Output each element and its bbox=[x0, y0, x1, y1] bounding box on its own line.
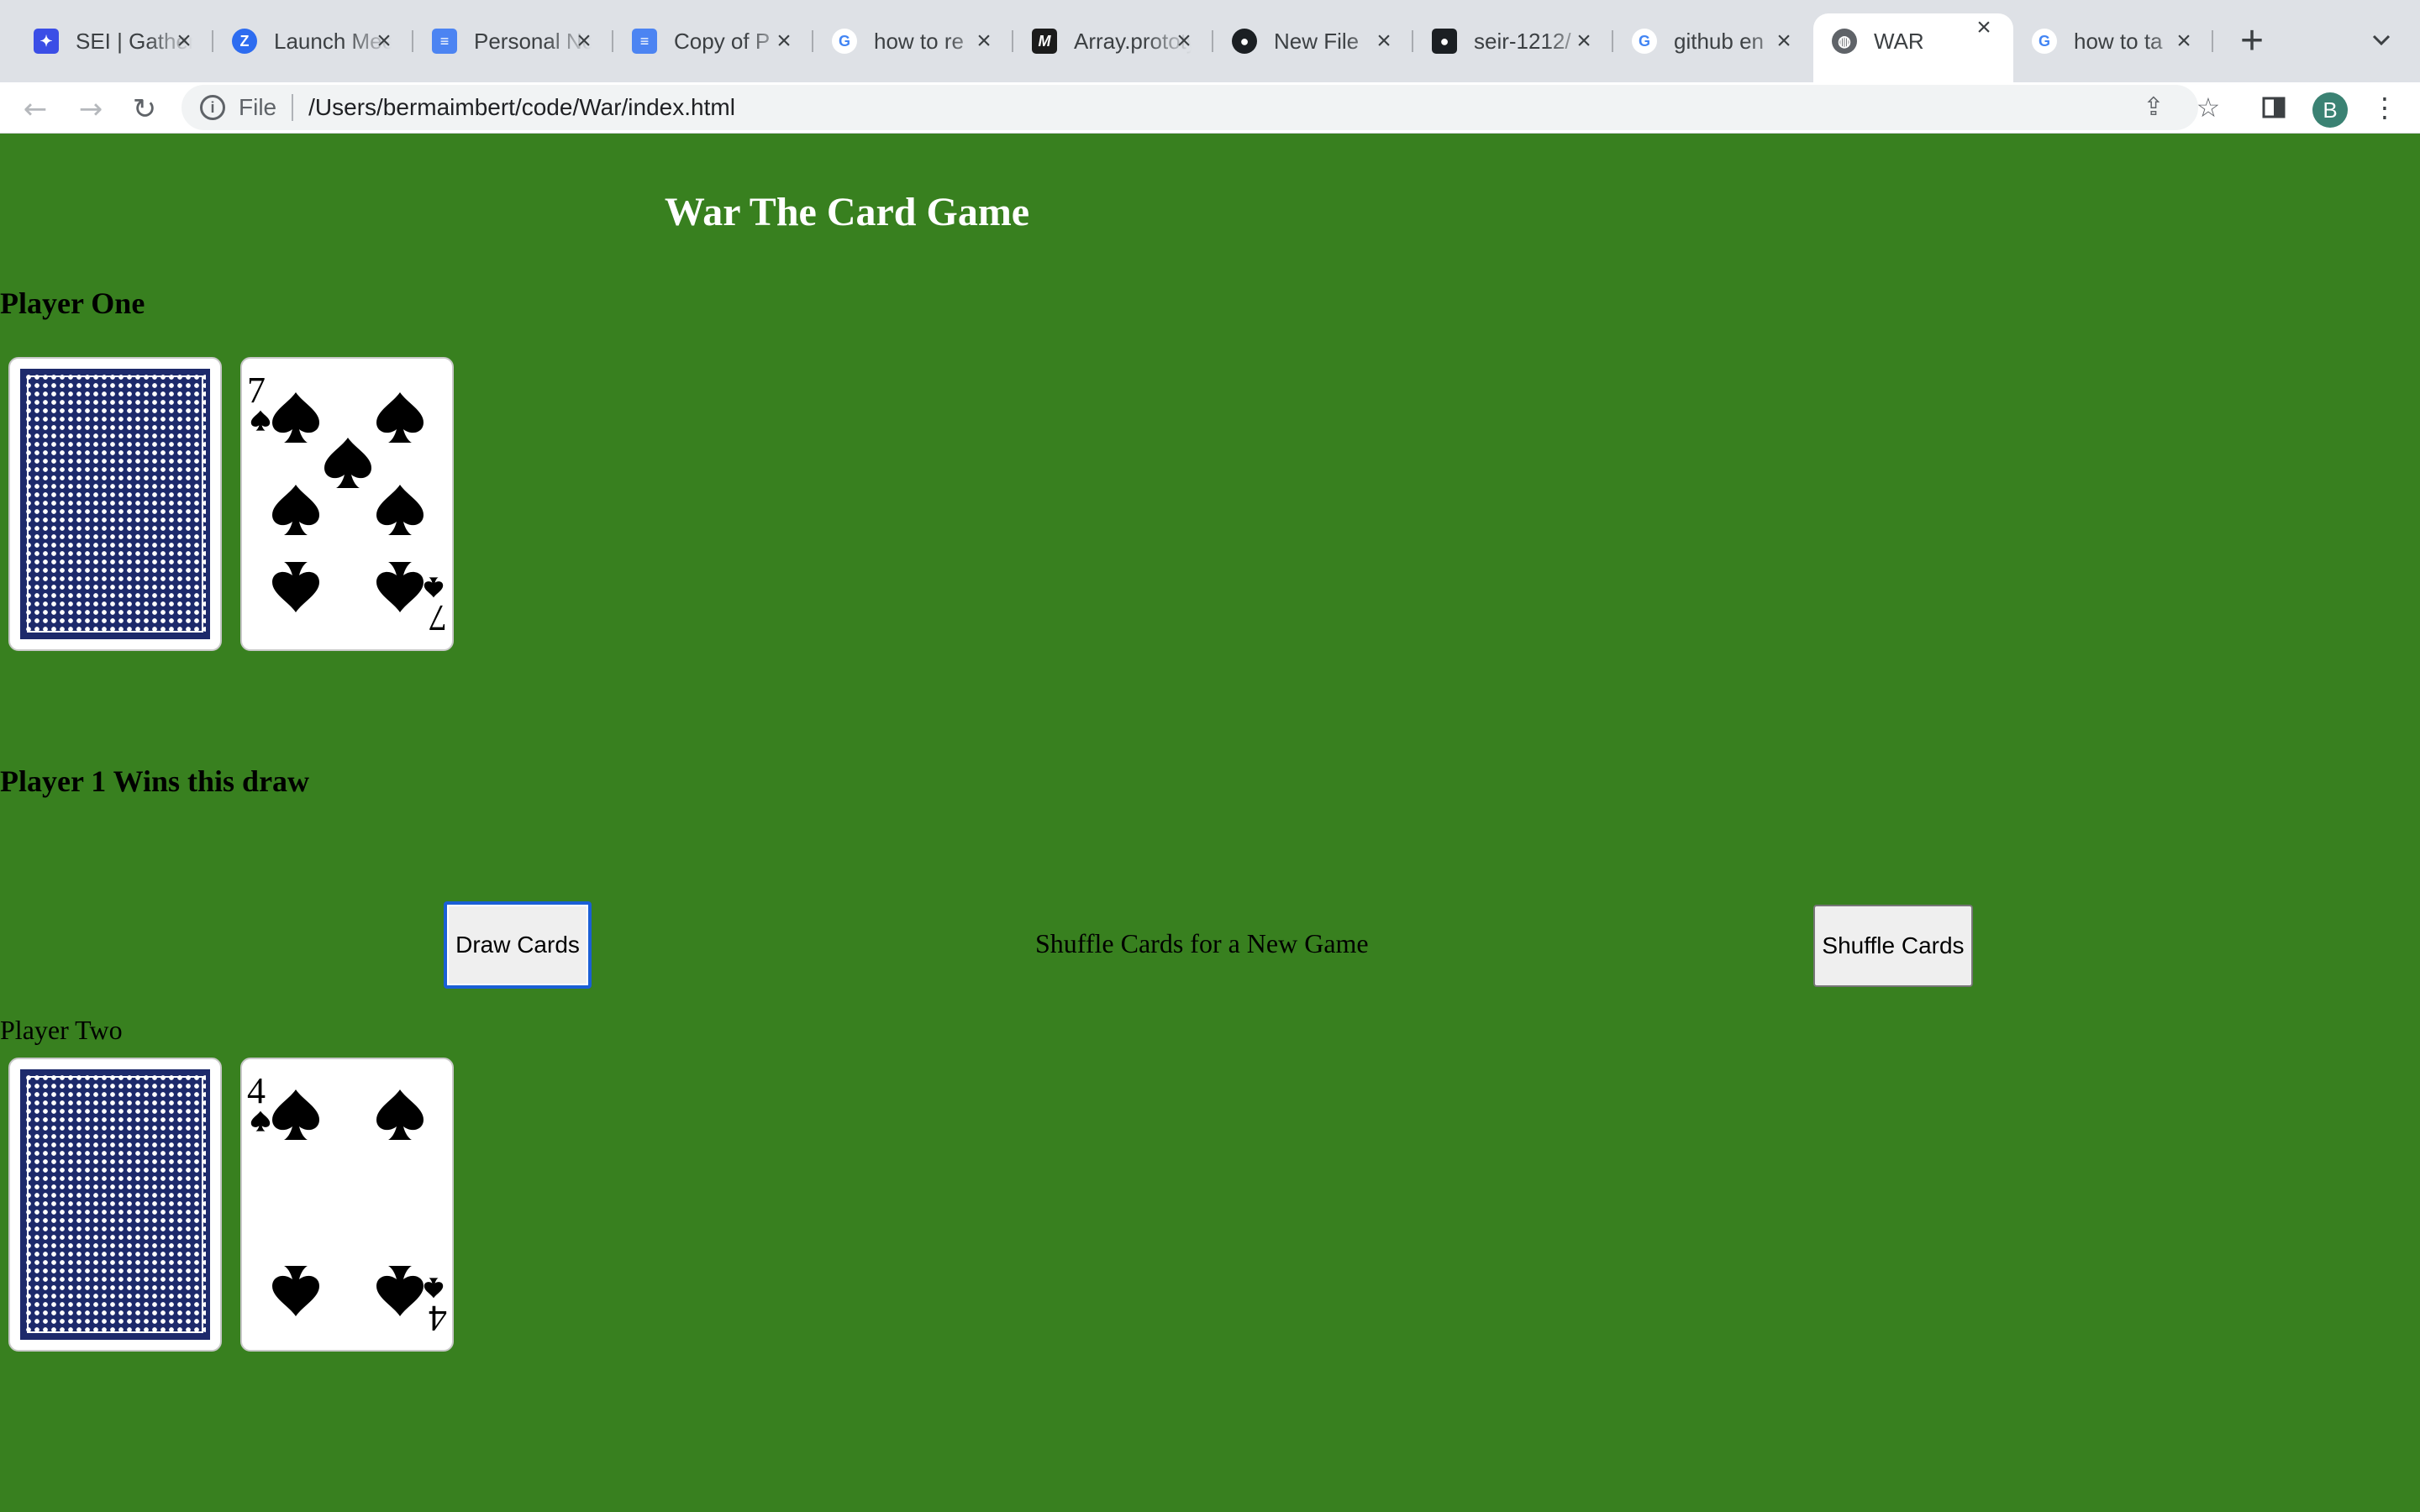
browser-toolbar: ← → ↻ i File /Users/bermaimbert/code/War… bbox=[0, 82, 2420, 134]
bookmark-star-icon[interactable]: ☆ bbox=[2191, 91, 2225, 124]
url-text[interactable]: /Users/bermaimbert/code/War/index.html bbox=[308, 94, 735, 121]
tab-google-search-1[interactable]: G how to re × bbox=[813, 13, 1013, 69]
card-rank-inverted: 7 bbox=[429, 597, 447, 638]
tab-mdn[interactable]: M Array.prototype × bbox=[1013, 13, 1213, 69]
divider bbox=[292, 94, 294, 121]
close-icon[interactable]: × bbox=[1171, 29, 1197, 54]
google-icon: G bbox=[832, 29, 857, 54]
shuffle-cards-button[interactable]: Shuffle Cards bbox=[1813, 905, 1973, 987]
draw-result-text: Player 1 Wins this draw bbox=[0, 764, 310, 798]
player-two-heading: Player Two bbox=[0, 1015, 123, 1045]
close-icon[interactable]: × bbox=[1571, 29, 1597, 54]
four-of-spades-card: 4 4 bbox=[247, 1070, 447, 1339]
reload-button[interactable]: ↻ bbox=[128, 92, 161, 126]
google-icon: G bbox=[1632, 29, 1657, 54]
close-icon[interactable]: × bbox=[1771, 29, 1797, 54]
tab-gather[interactable]: ✦ SEI | Gather × bbox=[0, 13, 213, 69]
page-title: War The Card Game bbox=[664, 190, 1030, 234]
draw-cards-button[interactable]: Draw Cards bbox=[444, 901, 592, 989]
close-icon[interactable]: × bbox=[1371, 29, 1397, 54]
card-back-pattern bbox=[20, 369, 210, 639]
share-icon[interactable]: ⇪ bbox=[2139, 93, 2168, 122]
close-icon[interactable]: × bbox=[771, 29, 797, 54]
protocol-label: File bbox=[239, 94, 277, 120]
close-icon[interactable]: × bbox=[971, 29, 997, 54]
tab-seir[interactable]: ● seir-1212/ × bbox=[1413, 13, 1613, 69]
tab-personal[interactable]: ≡ Personal Notes × bbox=[413, 13, 613, 69]
google-icon: G bbox=[2032, 29, 2057, 54]
player-two-deck bbox=[8, 1058, 222, 1352]
close-icon[interactable]: × bbox=[1971, 15, 1996, 40]
mdn-icon: M bbox=[1032, 29, 1057, 54]
gather-icon: ✦ bbox=[34, 29, 59, 54]
close-icon[interactable]: × bbox=[171, 29, 197, 54]
close-icon[interactable]: × bbox=[2171, 29, 2196, 54]
player-two-card: 4 4 bbox=[240, 1058, 454, 1352]
new-tab-button[interactable]: + bbox=[2233, 18, 2270, 64]
close-icon[interactable]: × bbox=[571, 29, 597, 54]
seven-of-spades-card: 7 7 bbox=[247, 370, 447, 638]
page-content: War The Card Game Player One 7 7 Player … bbox=[0, 134, 2420, 1512]
tab-strip: ✦ SEI | Gather × Z Launch Meeting - Zoom… bbox=[0, 0, 2420, 82]
kebab-menu-icon[interactable]: ⋮ bbox=[2368, 91, 2402, 124]
forward-button[interactable]: → bbox=[74, 92, 108, 126]
address-bar[interactable]: i File /Users/bermaimbert/code/War/index… bbox=[182, 85, 2198, 130]
player-one-deck bbox=[8, 357, 222, 651]
back-button[interactable]: ← bbox=[18, 92, 52, 126]
google-docs-icon: ≡ bbox=[632, 29, 657, 54]
shuffle-caption: Shuffle Cards for a New Game bbox=[1035, 928, 1369, 958]
close-icon[interactable]: × bbox=[371, 29, 397, 54]
card-back-pattern bbox=[20, 1069, 210, 1340]
card-rank-inverted: 4 bbox=[429, 1298, 447, 1339]
github-icon: ● bbox=[1432, 29, 1457, 54]
tab-google-search-3[interactable]: G how to ta × bbox=[2013, 13, 2213, 69]
tab-google-search-2[interactable]: G github en × bbox=[1613, 13, 1813, 69]
tab-war[interactable]: ◍ WAR × bbox=[1813, 13, 2013, 82]
card-rank: 4 bbox=[247, 1070, 266, 1111]
player-one-heading: Player One bbox=[0, 286, 145, 320]
tab-zoom[interactable]: Z Launch Meeting - Zoom × bbox=[213, 13, 413, 69]
github-icon: ● bbox=[1232, 29, 1257, 54]
zoom-icon: Z bbox=[232, 29, 257, 54]
avatar[interactable]: B bbox=[2312, 92, 2348, 128]
player-one-card: 7 7 bbox=[240, 357, 454, 651]
tab-copy-of[interactable]: ≡ Copy of P × bbox=[613, 13, 813, 69]
google-docs-icon: ≡ bbox=[432, 29, 457, 54]
chevron-down-icon[interactable] bbox=[2366, 25, 2396, 55]
info-icon[interactable]: i bbox=[200, 95, 225, 120]
card-rank: 7 bbox=[247, 370, 266, 411]
side-panel-icon[interactable] bbox=[2257, 91, 2291, 124]
tab-new-file[interactable]: ● New File × bbox=[1213, 13, 1413, 69]
globe-icon: ◍ bbox=[1832, 29, 1857, 54]
